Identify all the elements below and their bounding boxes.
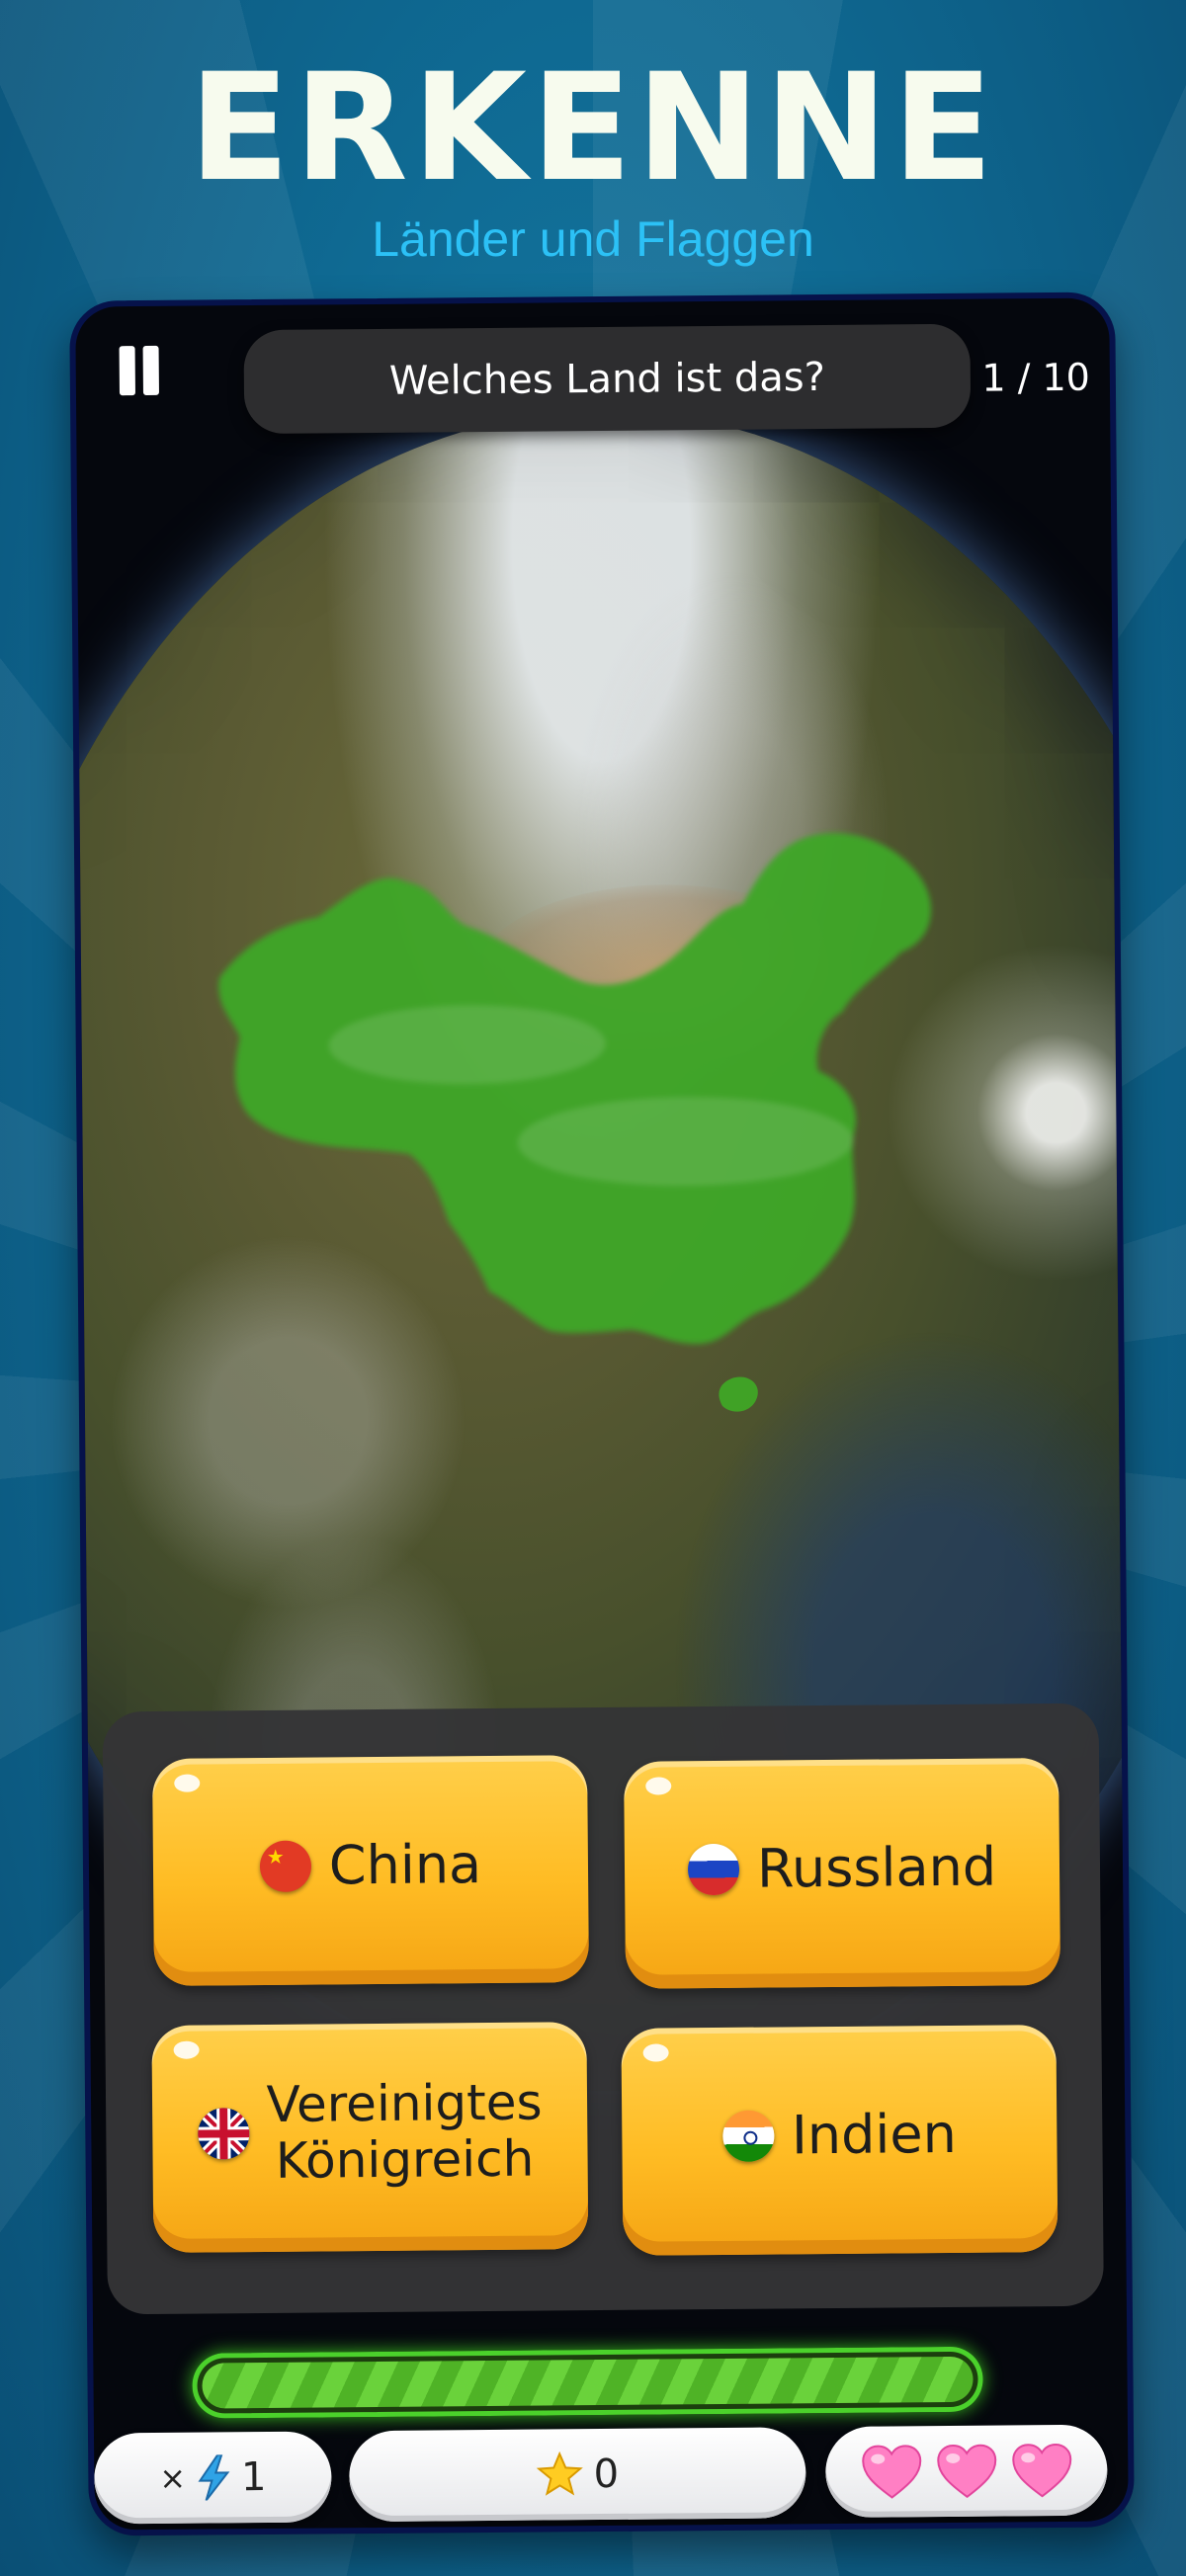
timer-bar (192, 2346, 983, 2419)
answer-label-line1: Vereinigtes (266, 2073, 543, 2133)
star-icon (537, 2451, 584, 2496)
answer-label: Vereinigtes Königreich (266, 2073, 543, 2190)
score-value: 0 (593, 2451, 620, 2498)
question-text: Welches Land ist das? (388, 354, 826, 404)
answer-panel: China Russland Vereinigtes Königreich (102, 1703, 1104, 2315)
question-counter: 1 / 10 (981, 355, 1091, 400)
answer-button-indien[interactable]: Indien (621, 2025, 1059, 2256)
multiplier-prefix: × (159, 2458, 187, 2497)
answer-label-line2: Königreich (275, 2129, 535, 2190)
answer-label: China (328, 1833, 482, 1897)
lightning-bolt-icon (198, 2454, 230, 2501)
game-subtitle: Länder und Flaggen (372, 211, 814, 267)
heart-icon (1011, 2444, 1071, 2498)
answer-label: Russland (756, 1835, 997, 1900)
score-badge: 0 (348, 2427, 806, 2523)
button-shine (642, 2043, 669, 2062)
pause-icon[interactable] (118, 345, 163, 397)
uk-flag-icon (197, 2108, 250, 2160)
india-flag-icon (721, 2110, 775, 2162)
question-banner: Welches Land ist das? (243, 323, 972, 435)
timer-bar-fill (202, 2356, 974, 2409)
russia-flag-icon (687, 1843, 740, 1896)
answer-button-vereinigtes-koenigreich[interactable]: Vereinigtes Königreich (151, 2022, 589, 2253)
phone-screen: Welches Land ist das? 1 / 10 China Russl… (69, 291, 1135, 2536)
multiplier-badge: × 1 (93, 2431, 332, 2525)
button-shine (174, 1774, 201, 1792)
heart-icon (861, 2445, 921, 2499)
answer-label: Indien (791, 2102, 958, 2167)
game-title: ERKENNE (188, 42, 998, 214)
multiplier-value: 1 (240, 2454, 267, 2501)
china-flag-icon (259, 1840, 312, 1893)
lives-badge (824, 2424, 1108, 2519)
heart-icon (936, 2444, 996, 2499)
highlighted-country (218, 833, 931, 1412)
answer-button-russland[interactable]: Russland (624, 1757, 1061, 1989)
button-shine (173, 2040, 200, 2059)
button-shine (645, 1777, 672, 1795)
answer-button-china[interactable]: China (152, 1755, 590, 1986)
header: ERKENNE Länder und Flaggen (0, 54, 1186, 268)
